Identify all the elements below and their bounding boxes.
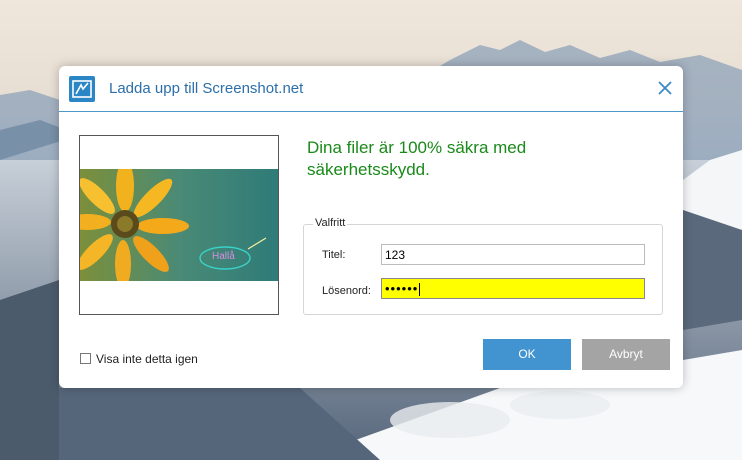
password-input[interactable]: ••••••: [381, 278, 645, 299]
title-label: Titel:: [322, 249, 346, 261]
password-label: Lösenord:: [322, 285, 371, 297]
preview-annotation: Hallå: [212, 251, 235, 262]
ok-button[interactable]: OK: [483, 339, 571, 370]
password-value: ••••••: [385, 281, 419, 296]
screenshot-app-icon: [69, 76, 95, 102]
cancel-button[interactable]: Avbryt: [582, 339, 670, 370]
dont-show-label[interactable]: Visa inte detta igen: [96, 352, 198, 366]
security-headline: Dina filer är 100% säkra med säkerhetssk…: [307, 138, 527, 179]
optional-group: [303, 224, 663, 315]
text-cursor: [419, 283, 421, 297]
dont-show-checkbox[interactable]: [80, 353, 91, 364]
close-icon[interactable]: [655, 78, 675, 98]
title-input[interactable]: [381, 244, 645, 265]
upload-dialog: Ladda upp till Screenshot.net Hallå Dina…: [59, 66, 683, 388]
dialog-title: Ladda upp till Screenshot.net: [109, 80, 304, 97]
screenshot-preview: Hallå: [79, 135, 279, 315]
dialog-titlebar: Ladda upp till Screenshot.net: [59, 66, 683, 112]
optional-group-label: Valfritt: [313, 217, 348, 229]
preview-image: [80, 169, 278, 281]
